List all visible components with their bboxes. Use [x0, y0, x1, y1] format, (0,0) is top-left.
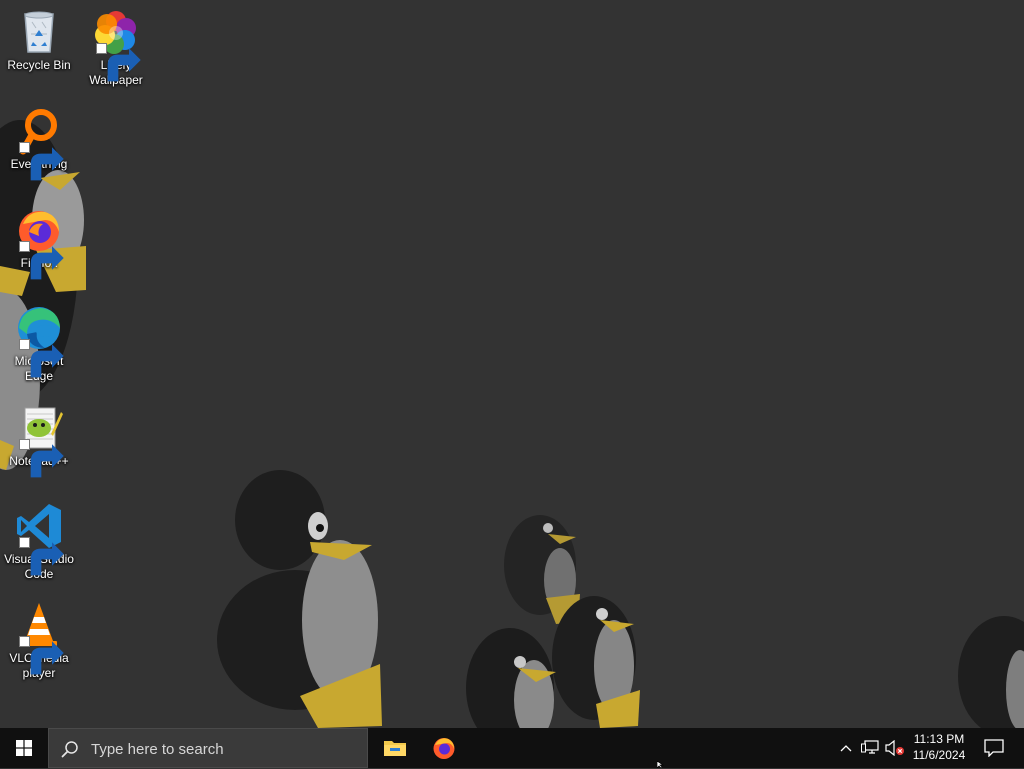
- desktop-icon-visual-studio-code[interactable]: Visual Studio Code: [1, 502, 77, 582]
- taskbar-search-box[interactable]: [48, 728, 368, 769]
- volume-muted-icon: [885, 740, 904, 756]
- firefox-icon: [433, 738, 455, 759]
- windows-logo-icon: [16, 740, 32, 756]
- desktop-icon-label: Recycle Bin: [7, 58, 71, 72]
- vlc-icon: [15, 601, 64, 675]
- mouse-cursor-icon: [657, 761, 665, 768]
- desktop-icon-notepad-plus-plus[interactable]: Notepad++: [1, 404, 77, 478]
- recycle-bin-icon: [15, 8, 63, 56]
- notification-icon: [984, 739, 1004, 757]
- lively-wallpaper-icon: [92, 8, 141, 82]
- desktop-icon-lively-wallpaper[interactable]: Lively Wallpaper: [78, 8, 154, 88]
- start-button[interactable]: [0, 728, 48, 768]
- tray-network[interactable]: [858, 728, 882, 768]
- edge-icon: [15, 304, 64, 378]
- vscode-icon: [15, 502, 64, 576]
- action-center-button[interactable]: [978, 728, 1018, 768]
- desktop-wallpaper: [0, 0, 1024, 728]
- shortcut-arrow-icon: [19, 439, 64, 478]
- taskbar-firefox[interactable]: [420, 728, 468, 768]
- desktop-icon-microsoft-edge[interactable]: Microsoft Edge: [1, 304, 77, 384]
- shortcut-arrow-icon: [19, 142, 64, 181]
- desktop-icon-recycle-bin[interactable]: Recycle Bin: [1, 8, 77, 73]
- taskbar-file-explorer[interactable]: [371, 728, 419, 768]
- desktop-icon-everything[interactable]: Everything: [1, 107, 77, 181]
- notepad-plus-plus-icon: [15, 404, 64, 478]
- desktop-icon-vlc[interactable]: VLC media player: [1, 601, 77, 681]
- search-icon: [61, 741, 78, 758]
- everything-search-icon: [15, 107, 64, 181]
- shortcut-arrow-icon: [19, 537, 64, 576]
- tray-volume[interactable]: [883, 728, 907, 768]
- chevron-up-icon: [840, 745, 852, 752]
- file-explorer-icon: [384, 741, 406, 756]
- tray-show-hidden-icons[interactable]: [836, 728, 856, 768]
- taskbar: 11:13 PM 11/6/2024: [0, 728, 1024, 769]
- shortcut-arrow-icon: [19, 339, 64, 378]
- shortcut-arrow-icon: [96, 43, 141, 82]
- shortcut-arrow-icon: [19, 636, 64, 675]
- search-input[interactable]: [89, 729, 363, 769]
- clock-time: 11:13 PM: [913, 732, 965, 746]
- network-icon: [861, 740, 879, 754]
- desktop-icon-firefox[interactable]: Firefox: [1, 206, 77, 280]
- shortcut-arrow-icon: [19, 241, 64, 280]
- firefox-icon: [15, 206, 64, 280]
- taskbar-clock[interactable]: 11:13 PM 11/6/2024: [906, 731, 972, 765]
- clock-date: 11/6/2024: [912, 748, 966, 762]
